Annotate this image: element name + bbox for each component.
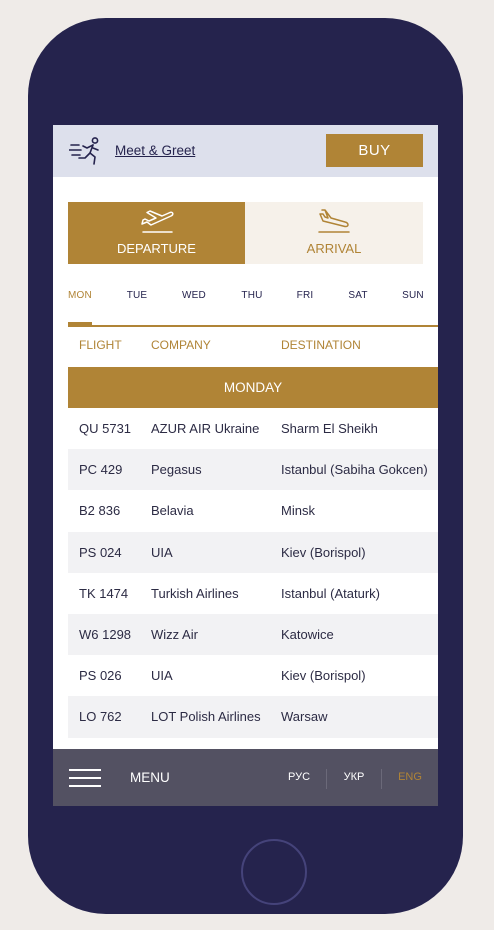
- table-row[interactable]: LO 762 LOT Polish Airlines Warsaw: [68, 696, 438, 738]
- destination: Kiev (Borispol): [281, 668, 366, 684]
- table-row[interactable]: PC 429 Pegasus Istanbul (Sabiha Gokcen): [68, 449, 438, 491]
- plane-landing-icon: [318, 209, 350, 233]
- language-en[interactable]: ENG: [398, 771, 422, 783]
- plane-takeoff-icon: [140, 210, 174, 233]
- meet-and-greet-link[interactable]: Meet & Greet: [115, 143, 195, 158]
- day-selector: MON TUE WED THU FRI SAT SUN: [53, 290, 438, 310]
- destination: Istanbul (Ataturk): [281, 585, 380, 601]
- flight-number: B2 836: [79, 503, 121, 519]
- flight-number: PC 429: [79, 462, 123, 478]
- day-tab-tue[interactable]: TUE: [127, 290, 148, 301]
- table-row[interactable]: QU 5731 AZUR AIR Ukraine Sharm El Sheikh: [68, 408, 438, 449]
- destination: Minsk: [281, 503, 315, 519]
- table-row[interactable]: PS 024 UIA Kiev (Borispol): [68, 531, 438, 573]
- day-divider: [68, 325, 438, 327]
- top-bar: Meet & Greet BUY: [53, 125, 438, 177]
- table-row[interactable]: PS 026 UIA Kiev (Borispol): [68, 655, 438, 696]
- language-divider: [326, 769, 327, 789]
- company-name: AZUR AIR Ukraine: [151, 421, 260, 436]
- departure-label: DEPARTURE: [117, 241, 196, 256]
- company-name: Pegasus: [151, 462, 202, 478]
- arrival-label: ARRIVAL: [306, 241, 362, 256]
- buy-button[interactable]: BUY: [326, 134, 423, 167]
- day-tab-fri[interactable]: FRI: [297, 290, 314, 301]
- column-header-destination: DESTINATION: [281, 338, 361, 352]
- day-section-header: MONDAY: [68, 367, 438, 408]
- day-tab-thu[interactable]: THU: [241, 290, 262, 301]
- company-name: UIA: [151, 544, 173, 560]
- table-row[interactable]: B2 836 Belavia Minsk: [68, 490, 438, 531]
- column-header-flight: FLIGHT: [79, 338, 122, 352]
- table-header: FLIGHT COMPANY DESTINATION: [53, 338, 438, 358]
- bottom-menu-bar: MENU РУС УКР ENG: [53, 749, 438, 806]
- company-name: UIA: [151, 668, 173, 684]
- departure-tab[interactable]: DEPARTURE: [68, 202, 245, 264]
- company-name: Belavia: [151, 503, 194, 519]
- language-divider: [381, 769, 382, 789]
- column-header-company: COMPANY: [151, 338, 211, 352]
- destination: Katowice: [281, 626, 334, 642]
- company-name: Wizz Air: [151, 626, 198, 642]
- flight-number: PS 024: [79, 544, 122, 560]
- arrival-tab[interactable]: ARRIVAL: [245, 202, 423, 264]
- flights-table: QU 5731 AZUR AIR Ukraine Sharm El Sheikh…: [68, 408, 438, 738]
- company-name: LOT Polish Airlines: [151, 709, 261, 725]
- menu-label[interactable]: MENU: [130, 770, 170, 785]
- table-row[interactable]: W6 1298 Wizz Air Katowice: [68, 613, 438, 656]
- day-tab-mon[interactable]: MON: [68, 290, 92, 301]
- flight-number: TK 1474: [79, 585, 129, 601]
- company-name: Turkish Airlines: [151, 585, 239, 601]
- flight-number: QU 5731: [79, 421, 132, 436]
- flight-number: LO 762: [79, 709, 122, 725]
- day-tab-sat[interactable]: SAT: [348, 290, 367, 301]
- language-uk[interactable]: УКР: [344, 771, 365, 783]
- day-tab-sun[interactable]: SUN: [402, 290, 424, 301]
- day-tab-wed[interactable]: WED: [182, 290, 206, 301]
- app-screen: Meet & Greet BUY DEPARTURE ARRIVAL MON T…: [53, 125, 438, 806]
- language-ru[interactable]: РУС: [288, 771, 310, 783]
- destination: Kiev (Borispol): [281, 544, 366, 560]
- flight-number: W6 1298: [79, 626, 132, 642]
- active-day-indicator: [68, 322, 92, 326]
- destination: Istanbul (Sabiha Gokcen): [281, 462, 428, 478]
- destination: Warsaw: [281, 709, 328, 725]
- home-button[interactable]: [241, 839, 307, 905]
- table-row[interactable]: TK 1474 Turkish Airlines Istanbul (Atatu…: [68, 573, 438, 614]
- hamburger-menu-icon[interactable]: [69, 769, 101, 787]
- destination: Sharm El Sheikh: [281, 421, 378, 436]
- running-person-icon: [69, 137, 99, 165]
- flight-number: PS 026: [79, 668, 122, 684]
